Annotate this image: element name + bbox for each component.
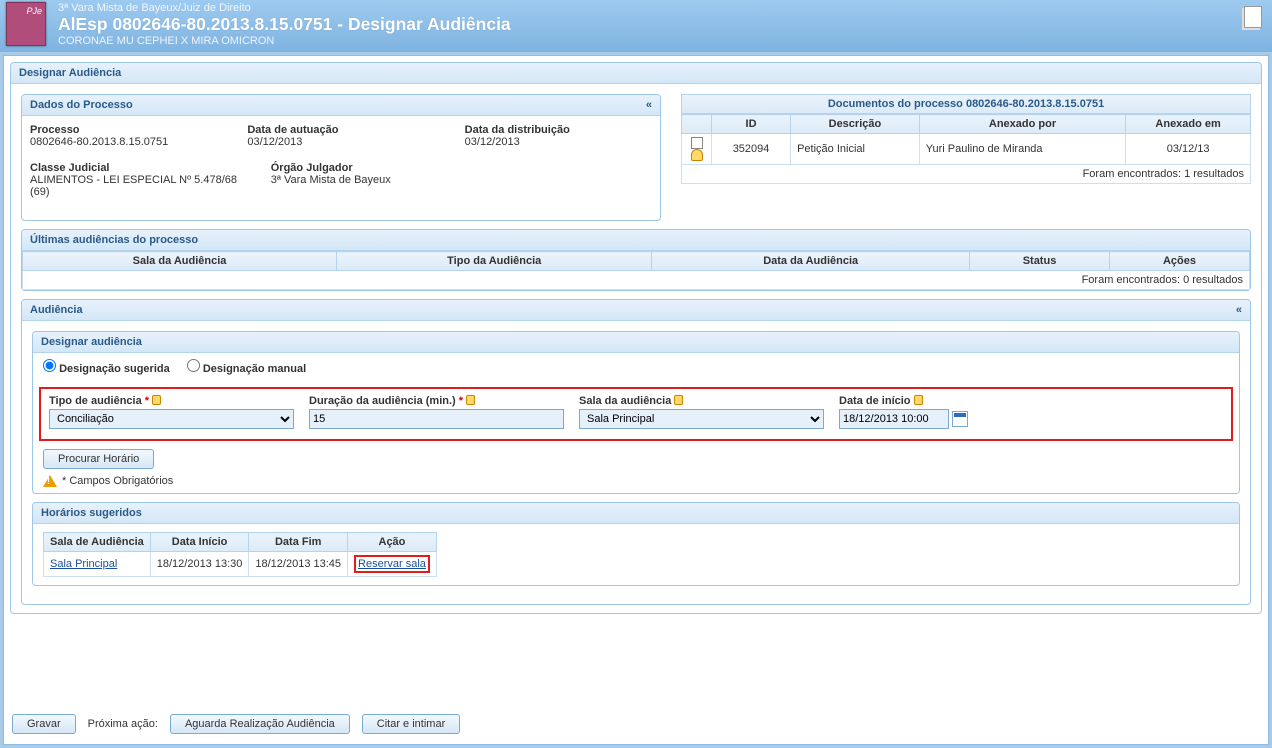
required-note: * Campos Obrigatórios (62, 475, 173, 487)
aguarda-button[interactable]: Aguarda Realização Audiência (170, 714, 350, 734)
hearing-fields-highlight: Tipo de audiência * Conciliação Duração … (39, 387, 1233, 441)
designar-title: Designar audiência (41, 336, 142, 348)
sug-col-sala: Sala de Audiência (44, 533, 151, 552)
doc-at: 03/12/13 (1126, 134, 1251, 165)
col-status: Status (970, 252, 1110, 271)
gravar-button[interactable]: Gravar (12, 714, 76, 734)
lock-icon (152, 395, 161, 405)
collapse-icon[interactable]: « (1236, 304, 1242, 316)
designar-header: Designar audiência (33, 332, 1239, 353)
process-data-header: Dados do Processo « (22, 95, 660, 116)
lock-icon (466, 395, 475, 405)
app-header: 3ª Vara Mista de Bayeux/Juiz de Direito … (0, 0, 1272, 52)
processo-value: 0802646-80.2013.8.15.0751 (30, 136, 217, 148)
sala-select[interactable]: Sala Principal (579, 409, 824, 429)
main-content: Designar Audiência Dados do Processo « (3, 55, 1269, 745)
lock-icon[interactable] (691, 149, 703, 161)
doc-desc: Petição Inicial (791, 134, 920, 165)
data-inicio-input[interactable] (839, 409, 949, 429)
lock-icon (674, 395, 683, 405)
court-name: 3ª Vara Mista de Bayeux/Juiz de Direito (58, 2, 1262, 14)
classe-label: Classe Judicial (30, 162, 241, 174)
sug-ini: 18/12/2013 13:30 (150, 552, 249, 577)
data-inicio-label: Data de início (839, 395, 911, 407)
processo-label: Processo (30, 124, 217, 136)
col-data: Data da Audiência (652, 252, 970, 271)
hearing-panel-title: Audiência (30, 304, 83, 316)
tipo-audiencia-select[interactable]: Conciliação (49, 409, 294, 429)
procurar-horario-button[interactable]: Procurar Horário (43, 449, 154, 469)
case-parties: CORONAE MU CEPHEI X MIRA OMICRON (58, 35, 1262, 47)
documents-col-id: ID (712, 115, 791, 134)
reservar-sala-link[interactable]: Reservar sala (358, 558, 426, 570)
sugeridos-panel: Horários sugeridos Sala de Audiência Dat… (32, 502, 1240, 586)
collapse-icon[interactable]: « (646, 99, 652, 111)
radio-manual-label[interactable]: Designação manual (187, 363, 306, 375)
last-hearings-title: Últimas audiências do processo (30, 234, 198, 246)
pje-logo (6, 2, 46, 46)
process-data-panel: Dados do Processo « Processo 0802646-80.… (21, 94, 661, 221)
calendar-icon[interactable] (952, 411, 968, 427)
documents-heading: Documentos do processo 0802646-80.2013.8… (681, 94, 1251, 114)
sug-sala-link[interactable]: Sala Principal (50, 558, 117, 570)
classe-value: ALIMENTOS - LEI ESPECIAL Nº 5.478/68 (69… (30, 174, 241, 198)
sugeridos-header: Horários sugeridos (33, 503, 1239, 524)
documents-col-desc: Descrição (791, 115, 920, 134)
sugeridos-title: Horários sugeridos (41, 507, 142, 519)
autuacao-label: Data de autuação (247, 124, 434, 136)
tipo-label: Tipo de audiência (49, 395, 142, 407)
orgao-label: Órgão Julgador (271, 162, 447, 174)
sugeridos-table: Sala de Audiência Data Início Data Fim A… (43, 532, 437, 577)
sug-col-ini: Data Início (150, 533, 249, 552)
col-tipo: Tipo da Audiência (337, 252, 652, 271)
hearing-panel: Audiência « Designar audiência Designaçã… (21, 299, 1251, 605)
process-data-title: Dados do Processo (30, 99, 133, 111)
warning-icon (43, 475, 57, 487)
lock-icon (914, 395, 923, 405)
action-bar: Gravar Próxima ação: Aguarda Realização … (10, 710, 462, 738)
documents-col-by: Anexado por (919, 115, 1125, 134)
duracao-input[interactable] (309, 409, 564, 429)
designar-panel: Designar audiência Designação sugerida D… (32, 331, 1240, 494)
document-row[interactable]: 352094 Petição Inicial Yuri Paulino de M… (682, 134, 1251, 165)
orgao-value: 3ª Vara Mista de Bayeux (271, 174, 447, 186)
documents-table: ID Descrição Anexado por Anexado em (681, 114, 1251, 165)
outer-panel-title: Designar Audiência (19, 67, 121, 79)
documents-count: Foram encontrados: 1 resultados (681, 165, 1251, 184)
designation-mode-group: Designação sugerida Designação manual (33, 353, 1239, 387)
last-hearings-header: Últimas audiências do processo (22, 230, 1250, 251)
col-sala: Sala da Audiência (23, 252, 337, 271)
distribuicao-value: 03/12/2013 (465, 136, 652, 148)
distribuicao-label: Data da distribuição (465, 124, 652, 136)
last-hearings-count: Foram encontrados: 0 resultados (22, 271, 1250, 290)
doc-id: 352094 (712, 134, 791, 165)
sug-col-acao: Ação (348, 533, 437, 552)
documents-col-icons (682, 115, 712, 134)
documents-panel: Documentos do processo 0802646-80.2013.8… (681, 94, 1251, 184)
doc-by: Yuri Paulino de Miranda (919, 134, 1125, 165)
doc-icon[interactable] (691, 137, 703, 149)
radio-suggested[interactable] (43, 359, 56, 372)
autuacao-value: 03/12/2013 (247, 136, 434, 148)
sala-label: Sala da audiência (579, 395, 671, 407)
col-acoes: Ações (1110, 252, 1250, 271)
proxima-acao-label: Próxima ação: (88, 718, 158, 730)
radio-manual-text: Designação manual (203, 363, 306, 375)
sugeridos-row: Sala Principal 18/12/2013 13:30 18/12/20… (44, 552, 437, 577)
last-hearings-panel: Últimas audiências do processo Sala da A… (21, 229, 1251, 291)
duracao-label: Duração da audiência (min.) (309, 395, 456, 407)
notes-icon[interactable] (1244, 6, 1262, 28)
radio-suggested-label[interactable]: Designação sugerida (43, 363, 173, 375)
outer-panel: Designar Audiência Dados do Processo « (10, 62, 1262, 614)
sug-col-fim: Data Fim (249, 533, 348, 552)
documents-col-at: Anexado em (1126, 115, 1251, 134)
hearing-panel-header: Audiência « (22, 300, 1250, 321)
radio-suggested-text: Designação sugerida (59, 363, 170, 375)
outer-panel-header: Designar Audiência (11, 63, 1261, 84)
page-title: AlEsp 0802646-80.2013.8.15.0751 - Design… (58, 14, 1262, 35)
last-hearings-table: Sala da Audiência Tipo da Audiência Data… (22, 251, 1250, 271)
citar-intimar-button[interactable]: Citar e intimar (362, 714, 460, 734)
sug-fim: 18/12/2013 13:45 (249, 552, 348, 577)
radio-manual[interactable] (187, 359, 200, 372)
